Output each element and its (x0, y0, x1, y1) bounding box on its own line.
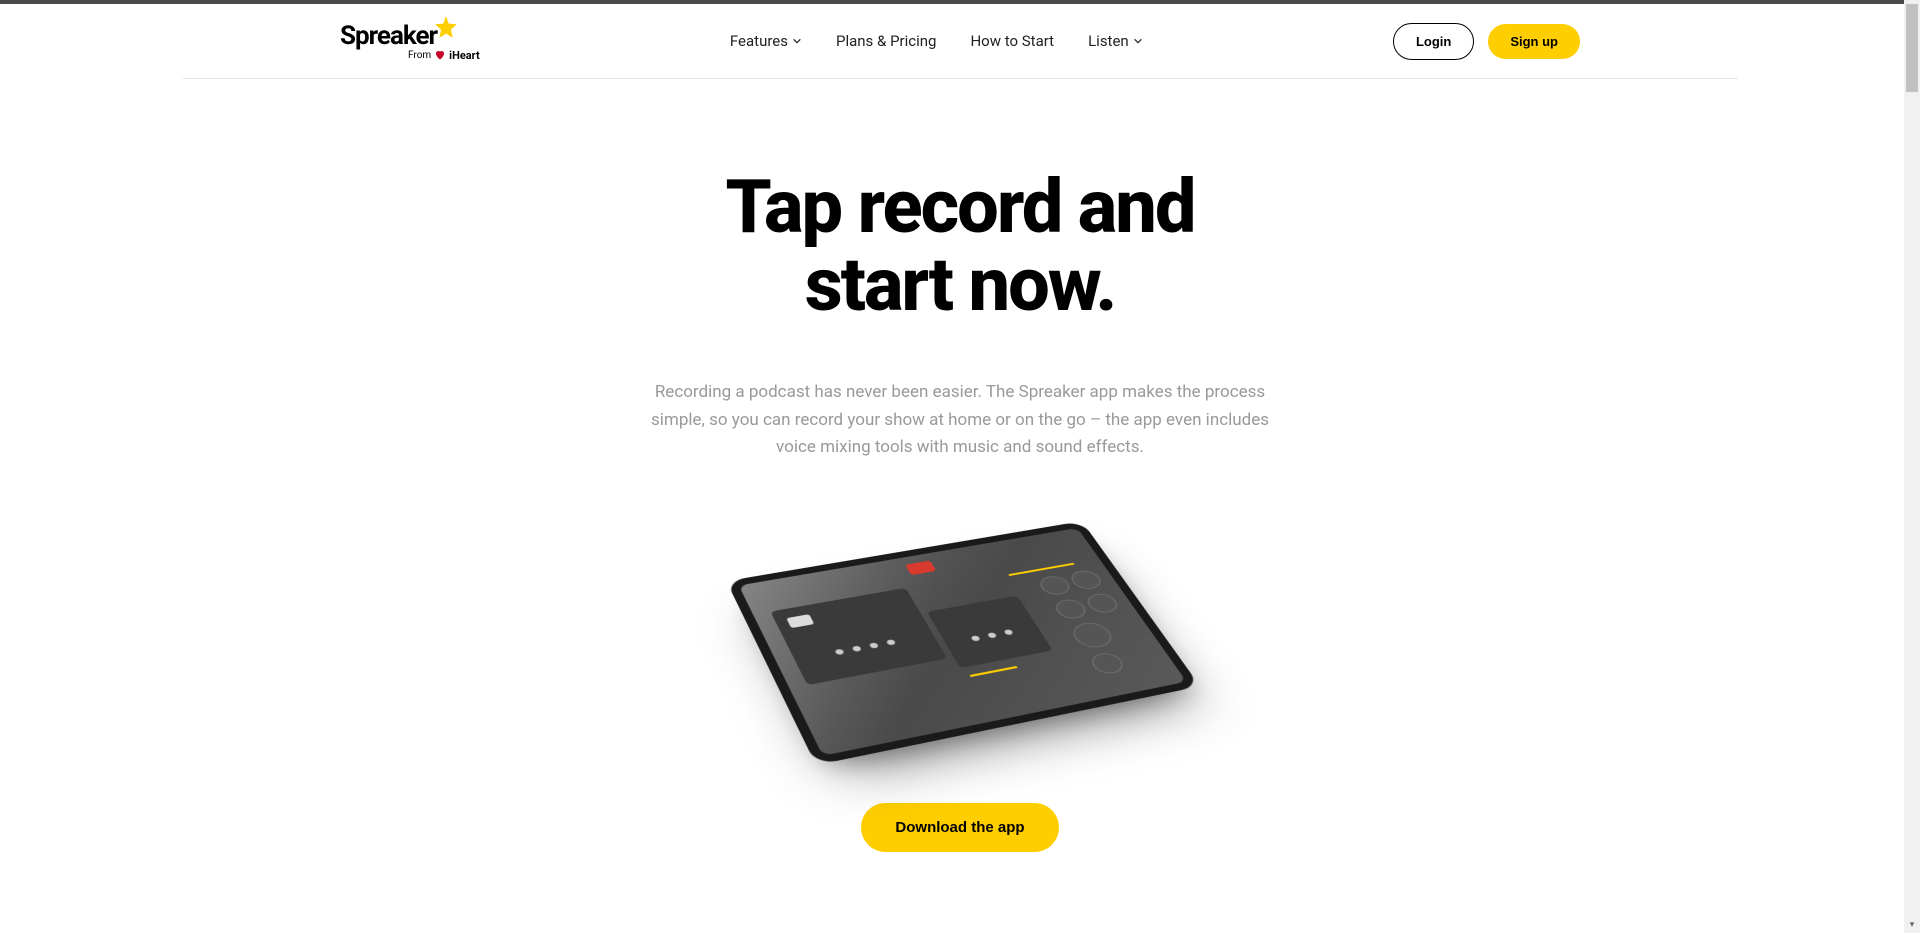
scrollbar[interactable]: ▾ (1904, 0, 1920, 933)
nav-label-listen: Listen (1088, 32, 1129, 50)
cta-section: Download the app (410, 803, 1510, 852)
chevron-down-icon (1133, 36, 1143, 46)
star-icon (433, 15, 459, 41)
panel-graphic-left (770, 588, 947, 685)
tablet-screen (739, 528, 1187, 756)
hero-section: Tap record and start now. Recording a po… (410, 79, 1510, 852)
download-app-button[interactable]: Download the app (861, 803, 1058, 852)
main-nav: Features Plans & Pricing How to Start Li… (730, 32, 1143, 50)
nav-item-plans[interactable]: Plans & Pricing (836, 32, 936, 50)
hero-image (410, 493, 1510, 773)
hero-title-line1: Tap record and (726, 164, 1195, 251)
scroll-down-icon[interactable]: ▾ (1904, 917, 1920, 933)
site-header: Spreaker From iHeart Features Plans & Pr… (183, 4, 1738, 79)
panel-graphic-center (927, 595, 1053, 668)
signup-button[interactable]: Sign up (1488, 24, 1580, 59)
hero-title-line2: start now. (805, 242, 1116, 329)
login-button[interactable]: Login (1393, 23, 1474, 60)
accent-line-graphic (970, 666, 1018, 677)
nav-item-how-to-start[interactable]: How to Start (970, 32, 1054, 50)
scrollbar-thumb[interactable] (1906, 4, 1918, 92)
nav-label-plans: Plans & Pricing (836, 32, 936, 50)
tagline-brand: iHeart (449, 49, 480, 62)
effects-panel-graphic (1036, 569, 1160, 676)
chevron-down-icon (792, 36, 802, 46)
header-actions: Login Sign up (1393, 23, 1580, 60)
brand-name: Spreaker (340, 21, 437, 51)
nav-label-how: How to Start (970, 32, 1054, 50)
tablet-mockup (726, 521, 1200, 765)
tagline-prefix: From (408, 50, 431, 61)
heart-icon (434, 49, 446, 61)
record-button-graphic (905, 560, 936, 575)
brand-logo[interactable]: Spreaker From iHeart (340, 21, 480, 62)
nav-label-features: Features (730, 32, 788, 50)
hero-description: Recording a podcast has never been easie… (640, 379, 1280, 461)
nav-item-features[interactable]: Features (730, 32, 802, 50)
nav-item-listen[interactable]: Listen (1088, 32, 1143, 50)
hero-title: Tap record and start now. (410, 169, 1510, 324)
tablet-body (726, 521, 1200, 765)
